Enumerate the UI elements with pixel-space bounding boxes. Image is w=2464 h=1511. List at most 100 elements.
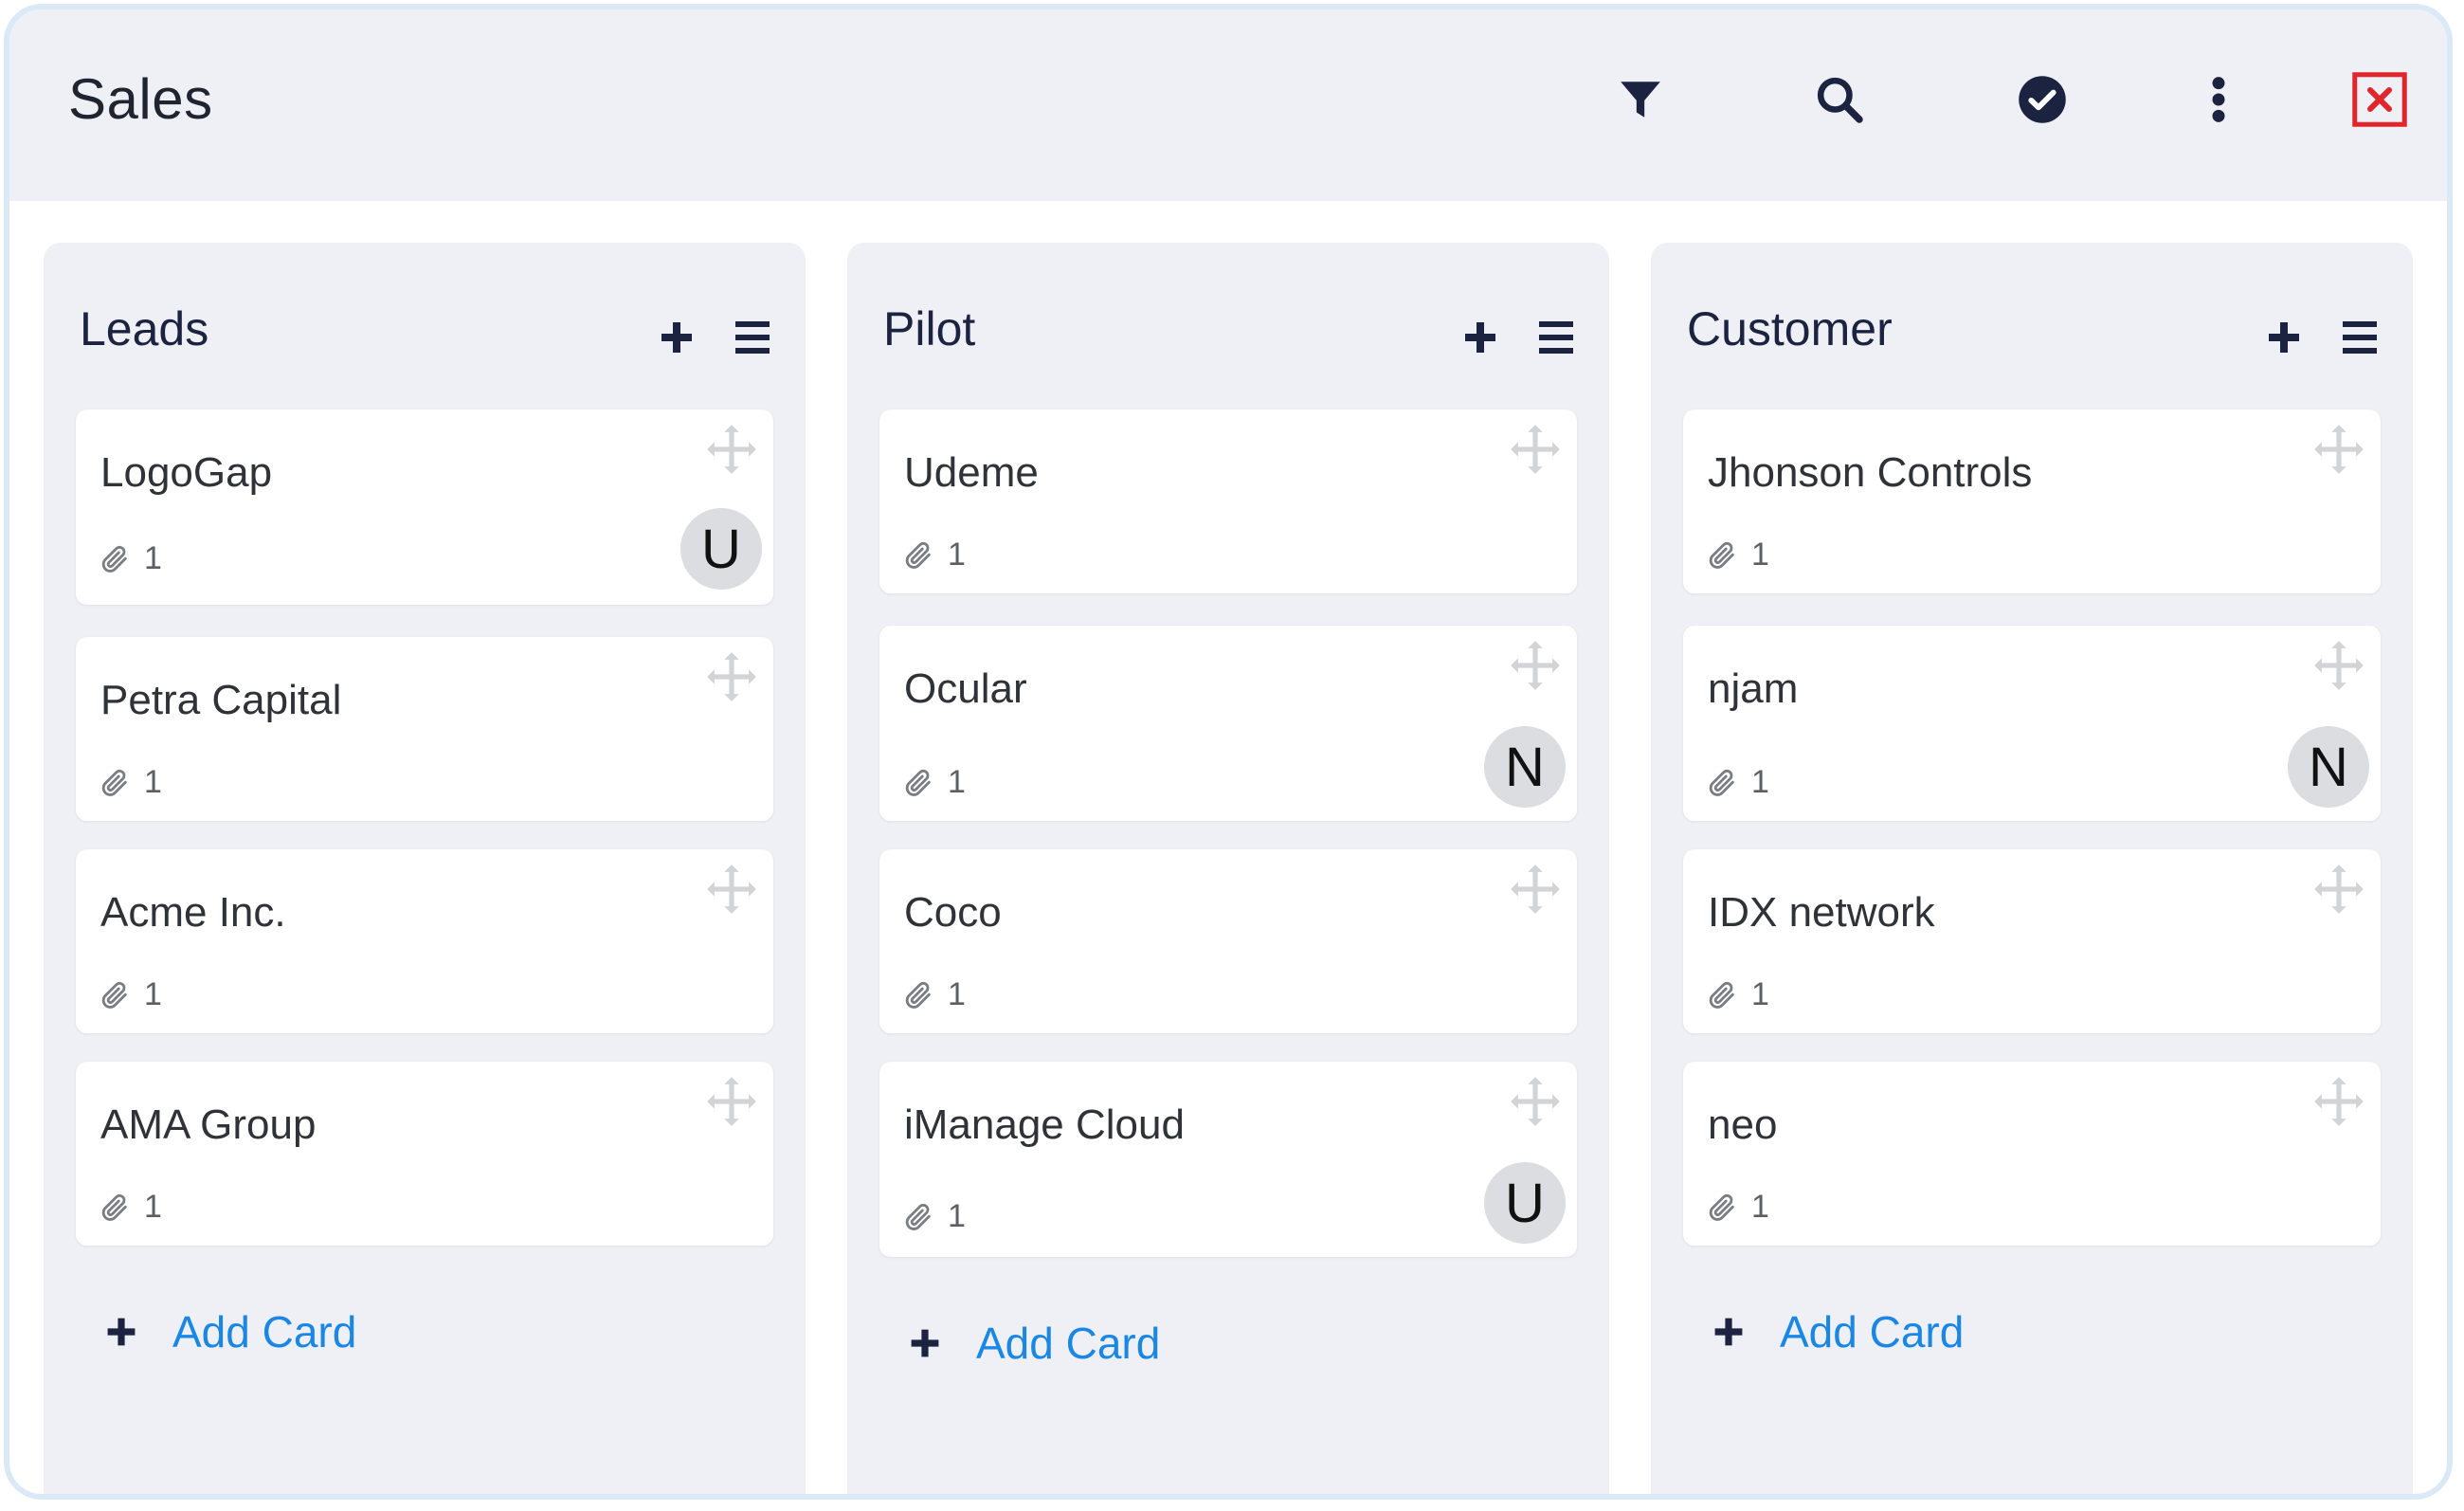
close-icon[interactable] <box>2346 66 2413 133</box>
paperclip-icon <box>905 1203 931 1230</box>
paperclip-icon <box>1709 981 1734 1009</box>
card[interactable]: LogoGap 1 U <box>76 410 773 605</box>
move-icon[interactable] <box>1505 859 1566 919</box>
move-icon[interactable] <box>2309 859 2369 919</box>
attachment-count-value: 1 <box>948 976 966 1012</box>
attachment-count-value: 1 <box>948 764 966 800</box>
add-card-button[interactable]: Add Card <box>104 1306 356 1357</box>
card-title: Coco <box>904 889 1002 936</box>
card[interactable]: AMA Group 1 <box>76 1062 773 1246</box>
move-icon[interactable] <box>2309 1071 2369 1132</box>
avatar[interactable]: N <box>1484 726 1566 808</box>
attachment-count-value: 1 <box>144 976 162 1012</box>
attachment-count-value: 1 <box>144 764 162 800</box>
attachment-count: 1 <box>902 976 966 1013</box>
column-pilot: Pilot Udeme 1 Ocular 1 N Coco 1 iManage … <box>847 243 1609 1494</box>
add-card-button[interactable]: Add Card <box>908 1318 1160 1369</box>
move-icon[interactable] <box>701 646 762 707</box>
card[interactable]: IDX network 1 <box>1683 849 2381 1033</box>
plus-icon <box>1714 1318 1743 1346</box>
paperclip-icon <box>101 981 127 1009</box>
card[interactable]: iManage Cloud 1 U <box>879 1062 1577 1257</box>
check-circle-icon[interactable] <box>2009 66 2075 133</box>
avatar[interactable]: N <box>2288 726 2369 808</box>
card-title: Jhonson Controls <box>1708 449 2033 496</box>
move-icon[interactable] <box>701 1071 762 1132</box>
card[interactable]: njam 1 N <box>1683 626 2381 821</box>
avatar[interactable]: U <box>680 508 762 590</box>
attachment-count-value: 1 <box>948 1198 966 1234</box>
attachment-count-value: 1 <box>1751 976 1769 1012</box>
add-card-label: Add Card <box>1780 1307 1965 1356</box>
move-icon[interactable] <box>2309 419 2369 480</box>
card-title: iManage Cloud <box>904 1101 1185 1148</box>
card[interactable]: Jhonson Controls 1 <box>1683 410 2381 593</box>
card[interactable]: neo 1 <box>1683 1062 2381 1246</box>
column-customer: Customer Jhonson Controls 1 njam 1 N IDX… <box>1651 243 2413 1494</box>
attachment-count-value: 1 <box>1751 537 1769 573</box>
column-title: Customer <box>1687 302 1893 355</box>
plus-icon <box>107 1318 136 1346</box>
card[interactable]: Udeme 1 <box>879 410 1577 593</box>
card[interactable]: Ocular 1 N <box>879 626 1577 821</box>
column-leads: Leads LogoGap 1 U Petra Capital 1 Acme I… <box>44 243 806 1494</box>
card-title: LogoGap <box>100 449 273 496</box>
paperclip-icon <box>1709 541 1734 569</box>
card-title: Ocular <box>904 665 1027 712</box>
paperclip-icon <box>101 1193 127 1221</box>
column-menu-icon[interactable] <box>2333 311 2386 364</box>
column-menu-icon[interactable] <box>1530 311 1583 364</box>
avatar[interactable]: U <box>1484 1162 1566 1244</box>
add-card-label: Add Card <box>172 1307 357 1356</box>
add-card-plus-icon[interactable] <box>1454 311 1507 364</box>
attachment-count: 1 <box>1706 1189 1769 1226</box>
card-title: IDX network <box>1708 889 1935 936</box>
paperclip-icon <box>101 769 127 796</box>
move-icon[interactable] <box>701 859 762 919</box>
add-card-plus-icon[interactable] <box>650 311 703 364</box>
paperclip-icon <box>1709 769 1734 796</box>
move-icon[interactable] <box>701 419 762 480</box>
card-title: AMA Group <box>100 1101 317 1148</box>
move-icon[interactable] <box>2309 635 2369 696</box>
column-title: Leads <box>80 302 209 355</box>
attachment-count: 1 <box>99 764 162 801</box>
more-vertical-icon[interactable] <box>2185 66 2252 133</box>
card-title: neo <box>1708 1101 1778 1148</box>
add-card-label: Add Card <box>976 1319 1161 1368</box>
search-icon[interactable] <box>1806 66 1873 133</box>
filter-icon[interactable] <box>1607 66 1674 133</box>
attachment-count: 1 <box>902 764 966 801</box>
attachment-count-value: 1 <box>1751 1189 1769 1225</box>
paperclip-icon <box>905 981 931 1009</box>
paperclip-icon <box>905 541 931 569</box>
attachment-count-value: 1 <box>144 540 162 576</box>
card-title: Acme Inc. <box>100 889 286 936</box>
plus-icon <box>911 1329 939 1357</box>
attachment-count: 1 <box>99 976 162 1013</box>
column-menu-icon[interactable] <box>726 311 779 364</box>
page-title: Sales <box>68 67 213 131</box>
paperclip-icon <box>1709 1193 1734 1221</box>
attachment-count: 1 <box>1706 764 1769 801</box>
move-icon[interactable] <box>1505 635 1566 696</box>
card[interactable]: Acme Inc. 1 <box>76 849 773 1033</box>
attachment-count: 1 <box>1706 976 1769 1013</box>
attachment-count: 1 <box>99 1189 162 1226</box>
card[interactable]: Coco 1 <box>879 849 1577 1033</box>
move-icon[interactable] <box>1505 419 1566 480</box>
card-title: Petra Capital <box>100 677 342 723</box>
attachment-count: 1 <box>99 540 162 577</box>
attachment-count: 1 <box>1706 537 1769 573</box>
card-title: njam <box>1708 665 1799 712</box>
paperclip-icon <box>101 545 127 573</box>
add-card-button[interactable]: Add Card <box>1712 1306 1964 1357</box>
move-icon[interactable] <box>1505 1071 1566 1132</box>
attachment-count-value: 1 <box>948 537 966 573</box>
board-window: Sales Leads LogoGap 1 U Petra Capital 1 … <box>4 4 2453 1500</box>
paperclip-icon <box>905 769 931 796</box>
card[interactable]: Petra Capital 1 <box>76 637 773 821</box>
add-card-plus-icon[interactable] <box>2257 311 2310 364</box>
attachment-count-value: 1 <box>144 1189 162 1225</box>
attachment-count: 1 <box>902 537 966 573</box>
